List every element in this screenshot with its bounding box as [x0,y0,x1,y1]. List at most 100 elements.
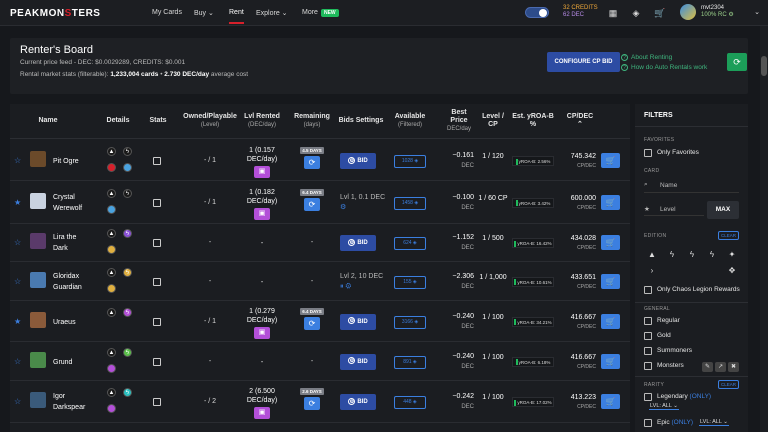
add-to-cart-button[interactable]: 🛒 [601,353,620,369]
card-name[interactable]: Crystal Werewolf [53,192,82,214]
favorite-star-icon[interactable]: ☆ [14,357,21,366]
clear-edition-button[interactable]: CLEAR [718,231,739,240]
nav-buy[interactable]: Buy ⌄ [194,9,214,17]
col-lvl-rented[interactable]: Lvl Rented (DEC/day) [238,104,286,138]
auto-rentals-link[interactable]: ? How do Auto Rentals work [620,63,707,73]
card-name[interactable]: Pit Ogre [53,156,79,167]
epic-checkbox[interactable] [644,419,652,427]
card-name-input[interactable]: ⌕ Name [644,180,739,193]
nav-explore[interactable]: Explore ⌄ [256,9,288,17]
edition-promo-icon[interactable]: ϟ [687,250,697,260]
bid-settings[interactable]: Lvl 1, 0.1 DEC ⚙ [340,193,385,213]
add-to-cart-button[interactable]: 🛒 [601,235,620,250]
logo[interactable]: PEAKMONSTERS [10,8,100,19]
package-icon[interactable]: ▣ [254,326,270,339]
legendary-checkbox[interactable] [644,393,652,401]
stats-icon[interactable] [153,239,161,247]
favorite-star-icon[interactable]: ★ [14,317,21,326]
col-available[interactable]: Available (Filtered) [390,104,430,138]
nav-my-cards[interactable]: My Cards [152,9,182,16]
favorite-star-icon[interactable]: ★ [14,198,21,207]
card-thumbnail[interactable] [30,233,46,249]
stats-icon[interactable] [153,398,161,406]
bid-button[interactable]: ⚙ BID [340,235,376,251]
avatar[interactable] [680,4,696,20]
add-to-cart-button[interactable]: 🛒 [601,313,620,329]
about-renting-link[interactable]: ? About Renting [620,53,707,63]
layers-icon[interactable]: ◈ [631,8,641,18]
add-to-cart-button[interactable]: 🛒 [601,394,620,409]
only-chaos-checkbox[interactable] [644,286,652,294]
renew-button[interactable]: ⟳ [304,197,320,211]
edition-beta-icon[interactable]: ϟ [667,250,677,260]
stats-icon[interactable] [153,357,161,366]
card-thumbnail[interactable] [30,311,46,328]
col-cp-dec[interactable]: CP/DEC ⌃ [558,104,602,138]
bid-button[interactable]: ⚙ BID [340,353,376,370]
available-button[interactable]: 448 ◈ [394,396,426,409]
monsters-checkbox[interactable] [644,362,652,370]
favorite-star-icon[interactable]: ☆ [14,238,21,247]
bid-button[interactable]: ⚙ BID [340,313,376,330]
package-icon[interactable]: ▣ [254,207,270,220]
add-to-cart-button[interactable]: 🛒 [601,153,620,168]
card-name[interactable]: Lira the Dark [53,232,76,254]
edition-dice-icon[interactable]: › [647,266,657,276]
favorite-star-icon[interactable]: ☆ [14,156,21,165]
stats-icon[interactable] [153,198,161,207]
max-level-button[interactable]: MAX [707,201,739,219]
stats-icon[interactable] [153,157,161,165]
col-owned[interactable]: Owned/Playable (Level) [172,104,248,138]
package-icon[interactable]: ▣ [254,407,270,419]
regular-checkbox[interactable] [644,317,652,325]
cards-icon[interactable]: ▦ [608,8,618,18]
gold-checkbox[interactable] [644,332,652,340]
edition-alpha-icon[interactable]: ▲ [647,250,657,260]
clear-rarity-button[interactable]: CLEAR [718,380,739,389]
available-button[interactable]: 155 ◈ [394,275,426,289]
available-button[interactable]: 891 ◈ [394,355,426,369]
theme-toggle[interactable] [525,7,549,18]
legendary-level-select[interactable]: LVL: ALL ⌄ [649,403,679,410]
magic-icon[interactable]: ✖ [728,362,739,372]
package-icon[interactable]: ▣ [254,166,270,178]
balance[interactable]: 32 CREDITS 62 DEC [563,5,598,19]
col-level-cp[interactable]: Level / CP [474,104,512,138]
col-yroa[interactable]: Est. yROA-B% [510,104,556,138]
renew-button[interactable]: ⟳ [304,316,320,330]
card-thumbnail[interactable] [30,392,46,408]
page-scrollbar[interactable] [760,26,768,432]
edition-chaos-icon[interactable]: ✥ [727,266,737,276]
epic-level-select[interactable]: LVL: ALL ⌄ [699,419,729,426]
edition-untamed-icon[interactable]: ✦ [727,250,737,260]
bid-button[interactable]: ⚙ BID [340,153,376,169]
available-button[interactable]: 1458 ◈ [394,196,426,210]
card-name[interactable]: Igor Darkspear [53,391,85,413]
cart-icon[interactable]: 🛒 [654,8,665,18]
summoners-checkbox[interactable] [644,347,652,355]
add-to-cart-button[interactable]: 🛒 [601,194,620,210]
bid-settings[interactable]: Lvl 2, 10 DEC ⏸ ⚙ [340,272,383,292]
available-button[interactable]: 1028 ◈ [394,155,426,168]
level-input[interactable]: ★ Level [644,203,704,216]
available-button[interactable]: 624 ◈ [394,237,426,250]
refresh-button[interactable]: ⟳ [727,53,747,71]
col-remaining[interactable]: Remaining (days) [290,104,334,138]
card-thumbnail[interactable] [30,271,46,288]
stats-icon[interactable] [153,277,161,286]
card-thumbnail[interactable] [30,151,46,167]
card-name[interactable]: Gloridax Guardian [53,271,82,293]
ranged-icon[interactable]: ↗ [715,362,726,372]
configure-cp-bid-button[interactable]: CONFIGURE CP BID [547,52,620,72]
col-name[interactable]: Name [28,104,68,138]
renew-button[interactable]: ⟳ [304,156,320,169]
card-name[interactable]: Grund [53,357,72,368]
chevron-down-icon[interactable]: ⌄ [752,8,762,18]
nav-rent[interactable]: Rent [229,9,244,24]
edition-reward-icon[interactable]: ϟ [707,250,717,260]
available-button[interactable]: 3166 ◈ [394,315,426,329]
card-name[interactable]: Uraeus [53,317,76,328]
bid-button[interactable]: ⚙ BID [340,394,376,410]
renew-button[interactable]: ⟳ [304,397,320,410]
melee-icon[interactable]: ✎ [702,362,713,372]
